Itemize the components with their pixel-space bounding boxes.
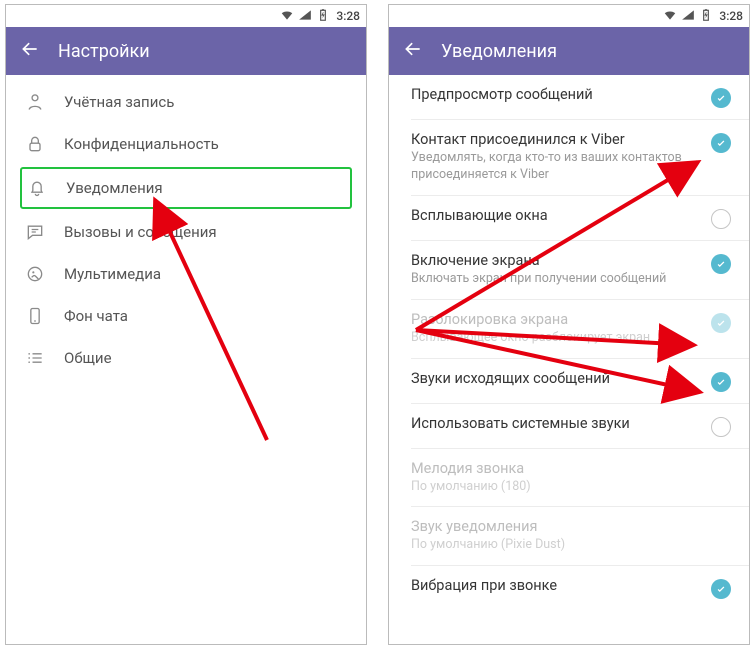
status-time: 3:28	[336, 9, 360, 23]
row-title: Использовать системные звуки	[411, 415, 699, 432]
settings-item-account[interactable]: Учётная запись	[6, 81, 366, 123]
settings-item-label: Уведомления	[66, 179, 163, 197]
wifi-icon	[280, 8, 294, 25]
row-title: Звуки исходящих сообщений	[411, 370, 699, 387]
battery-icon	[699, 8, 713, 25]
settings-item-label: Фон чата	[64, 307, 128, 325]
row-title: Предпросмотр сообщений	[411, 86, 699, 103]
settings-item-media[interactable]: Мультимедиа	[6, 253, 366, 295]
app-bar: Уведомления	[389, 27, 749, 75]
row-title: Всплывающие окна	[411, 207, 699, 224]
row-title: Контакт присоединился к Viber	[411, 131, 699, 148]
row-subtitle: Уведомлять, когда кто-то из ваших контак…	[411, 150, 699, 184]
row-title: Звук уведомления	[411, 518, 731, 535]
row-subtitle: Всплывающее окно разблокирует экран	[411, 330, 699, 347]
row-outgoing-sounds[interactable]: Звуки исходящих сообщений	[389, 359, 749, 403]
settings-item-calls[interactable]: Вызовы и сообщения	[6, 211, 366, 253]
row-screen-on[interactable]: Включение экрана Включать экран при полу…	[389, 241, 749, 299]
row-popup-windows[interactable]: Всплывающие окна	[389, 196, 749, 240]
settings-item-label: Общие	[64, 349, 112, 367]
signal-icon	[298, 8, 312, 25]
toggle-on[interactable]	[711, 133, 731, 153]
settings-item-label: Учётная запись	[64, 93, 174, 111]
toggle-off[interactable]	[711, 209, 731, 229]
row-title: Вибрация при звонке	[411, 577, 699, 594]
row-contact-joined[interactable]: Контакт присоединился к Viber Уведомлять…	[389, 120, 749, 195]
page-title: Настройки	[58, 41, 150, 62]
media-icon	[24, 264, 46, 284]
row-title: Мелодия звонка	[411, 460, 731, 477]
lock-icon	[24, 134, 46, 154]
settings-item-label: Мультимедиа	[64, 265, 161, 283]
status-bar: 3:28	[389, 5, 749, 27]
notifications-list: Предпросмотр сообщений Контакт присоедин…	[389, 75, 749, 610]
row-vibrate-call[interactable]: Вибрация при звонке	[389, 566, 749, 610]
row-subtitle: По умолчанию (Pixie Dust)	[411, 537, 731, 554]
toggle-disabled	[711, 313, 731, 333]
chat-icon	[24, 222, 46, 242]
row-subtitle: По умолчанию (180)	[411, 479, 731, 496]
row-title: Разблокировка экрана	[411, 311, 699, 328]
wifi-icon	[663, 8, 677, 25]
settings-item-notifications[interactable]: Уведомления	[20, 167, 352, 209]
settings-item-label: Конфиденциальность	[64, 135, 219, 153]
signal-icon	[681, 8, 695, 25]
toggle-on[interactable]	[711, 579, 731, 599]
row-system-sounds[interactable]: Использовать системные звуки	[389, 404, 749, 448]
row-notification-sound[interactable]: Звук уведомления По умолчанию (Pixie Dus…	[389, 507, 749, 565]
list-icon	[24, 348, 46, 368]
back-icon[interactable]	[403, 39, 423, 63]
row-subtitle: Включать экран при получении сообщений	[411, 271, 699, 288]
phone-icon	[24, 306, 46, 326]
toggle-on[interactable]	[711, 88, 731, 108]
settings-list: Учётная запись Конфиденциальность Уведом…	[6, 75, 366, 379]
status-time: 3:28	[719, 9, 743, 23]
bell-icon	[26, 178, 48, 198]
row-unlock-screen: Разблокировка экрана Всплывающее окно ра…	[389, 300, 749, 358]
row-ringtone[interactable]: Мелодия звонка По умолчанию (180)	[389, 449, 749, 507]
app-bar: Настройки	[6, 27, 366, 75]
settings-item-privacy[interactable]: Конфиденциальность	[6, 123, 366, 165]
row-title: Включение экрана	[411, 252, 699, 269]
toggle-on[interactable]	[711, 372, 731, 392]
phone-right-notifications: 3:28 Уведомления Предпросмотр сообщений …	[388, 4, 750, 645]
settings-item-background[interactable]: Фон чата	[6, 295, 366, 337]
page-title: Уведомления	[441, 41, 557, 62]
settings-item-label: Вызовы и сообщения	[64, 223, 217, 241]
row-message-preview[interactable]: Предпросмотр сообщений	[389, 75, 749, 119]
status-bar: 3:28	[6, 5, 366, 27]
toggle-off[interactable]	[711, 417, 731, 437]
phone-left-settings: 3:28 Настройки Учётная запись Конфиденци…	[5, 4, 367, 645]
back-icon[interactable]	[20, 39, 40, 63]
person-icon	[24, 92, 46, 112]
battery-icon	[316, 8, 330, 25]
settings-item-general[interactable]: Общие	[6, 337, 366, 379]
toggle-on[interactable]	[711, 254, 731, 274]
